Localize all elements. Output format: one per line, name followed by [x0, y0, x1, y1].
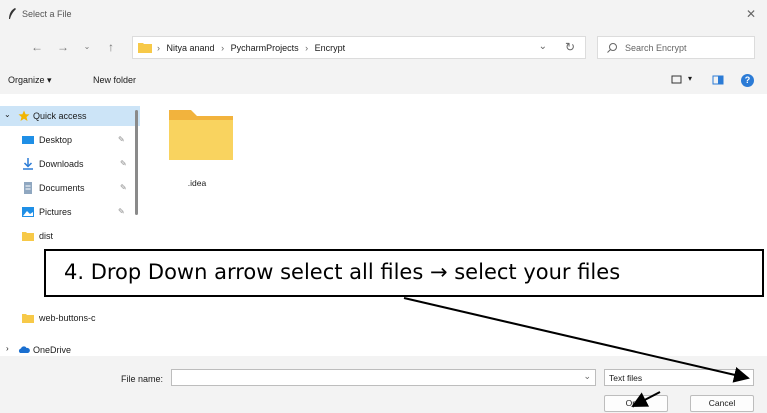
sidebar-item-desktop[interactable]: Desktop ✎	[0, 130, 140, 150]
main-content: ⌄ Quick access Desktop ✎ Downloads ✎ Doc…	[0, 94, 767, 356]
file-name: .idea	[187, 178, 207, 188]
sidebar-item-onedrive[interactable]: › OneDrive	[0, 340, 140, 356]
help-icon[interactable]: ?	[741, 74, 754, 87]
refresh-icon[interactable]: ↻	[565, 40, 575, 54]
close-icon: ✕	[745, 7, 757, 21]
sidebar-item-downloads[interactable]: Downloads ✎	[0, 154, 140, 174]
forward-arrow-icon: →	[57, 40, 69, 54]
pin-icon: ✎	[120, 183, 127, 192]
breadcrumb-separator: ›	[305, 43, 309, 53]
search-icon	[607, 43, 617, 53]
instruction-text: 4. Drop Down arrow select all files → se…	[64, 260, 621, 284]
close-button[interactable]: ✕	[743, 6, 759, 22]
view-dropdown-icon[interactable]: ▾	[688, 74, 692, 83]
folder-icon	[22, 314, 34, 323]
sidebar-item-documents[interactable]: Documents ✎	[0, 178, 140, 198]
feather-icon	[9, 8, 16, 19]
desktop-icon	[22, 136, 34, 144]
star-icon	[18, 110, 30, 121]
sidebar-item-label: Downloads	[39, 159, 84, 169]
file-name-input[interactable]: ⌄	[171, 369, 596, 386]
folder-icon	[22, 232, 34, 241]
file-type-filter-value: Text files	[609, 373, 643, 383]
back-arrow-icon: ←	[31, 40, 43, 54]
chevron-down-icon: ⌄	[83, 42, 91, 51]
file-selection-bar: File name: ⌄ Text files Open Cancel	[0, 356, 767, 413]
sidebar-item-web-buttons[interactable]: web-buttons-c	[0, 308, 140, 328]
download-icon	[23, 158, 33, 170]
search-input[interactable]: Search Encrypt	[597, 36, 755, 59]
expand-chevron-icon[interactable]: ⌄	[4, 110, 11, 119]
up-arrow-icon: ↑	[108, 40, 114, 54]
sidebar-item-label: web-buttons-c	[39, 313, 96, 323]
preview-pane-icon[interactable]	[712, 74, 724, 86]
address-bar[interactable]: › Nitya anand › PycharmProjects › Encryp…	[132, 36, 586, 59]
open-button[interactable]: Open	[604, 395, 668, 412]
breadcrumb-item-encrypt[interactable]: Encrypt	[315, 43, 346, 53]
folder-icon	[169, 110, 233, 160]
up-button[interactable]: ↑	[102, 38, 120, 56]
breadcrumb-separator: ›	[157, 43, 160, 53]
sidebar-item-quick-access[interactable]: ⌄ Quick access	[0, 106, 140, 126]
chevron-down-icon[interactable]: ⌄	[583, 371, 591, 382]
pin-icon: ✎	[118, 135, 125, 144]
instruction-callout: 4. Drop Down arrow select all files → se…	[44, 249, 764, 297]
sidebar-item-pictures[interactable]: Pictures ✎	[0, 202, 140, 222]
navigation-bar: ← → ⌄ ↑ › Nitya anand › PycharmProjects …	[0, 30, 767, 68]
sidebar-item-label: OneDrive	[33, 345, 72, 355]
title-bar: Select a File ✕	[0, 0, 767, 30]
sidebar-scrollbar[interactable]	[135, 110, 138, 215]
file-list: .idea	[148, 94, 767, 356]
folder-item-idea[interactable]: .idea	[158, 104, 236, 190]
command-toolbar: Organize ▾ New folder ▾ ?	[0, 68, 767, 94]
forward-button[interactable]: →	[54, 38, 72, 56]
folder-icon	[138, 43, 152, 53]
cloud-icon	[18, 346, 30, 353]
sidebar-item-label: dist	[39, 231, 54, 241]
view-options-icon[interactable]	[671, 74, 683, 86]
window-title: Select a File	[22, 9, 72, 19]
navigation-pane: ⌄ Quick access Desktop ✎ Downloads ✎ Doc…	[0, 94, 140, 356]
sidebar-item-label: Documents	[39, 183, 85, 193]
breadcrumb-item-user[interactable]: Nitya anand	[167, 43, 215, 53]
breadcrumb: › Nitya anand › PycharmProjects › Encryp…	[157, 43, 349, 53]
search-placeholder: Search Encrypt	[625, 43, 687, 53]
breadcrumb-item-pycharmprojects[interactable]: PycharmProjects	[231, 43, 299, 53]
file-name-label: File name:	[121, 374, 164, 384]
organize-menu[interactable]: Organize ▾	[8, 75, 52, 86]
sidebar-item-label: Quick access	[33, 111, 87, 121]
expand-chevron-icon[interactable]: ›	[6, 344, 9, 353]
pictures-icon	[22, 207, 34, 217]
sidebar-item-dist[interactable]: dist	[0, 226, 140, 246]
back-button[interactable]: ←	[28, 38, 46, 56]
pin-icon: ✎	[120, 159, 127, 168]
cancel-button[interactable]: Cancel	[690, 395, 754, 412]
breadcrumb-separator: ›	[221, 43, 225, 53]
new-folder-button[interactable]: New folder	[93, 75, 136, 85]
file-type-filter[interactable]: Text files	[604, 369, 754, 386]
address-history-chevron-icon[interactable]: ⌄	[539, 41, 547, 52]
sidebar-item-label: Desktop	[39, 135, 73, 145]
sidebar-item-label: Pictures	[39, 207, 72, 217]
recent-locations-button[interactable]: ⌄	[78, 38, 96, 56]
pin-icon: ✎	[118, 207, 125, 216]
document-icon	[24, 182, 32, 194]
